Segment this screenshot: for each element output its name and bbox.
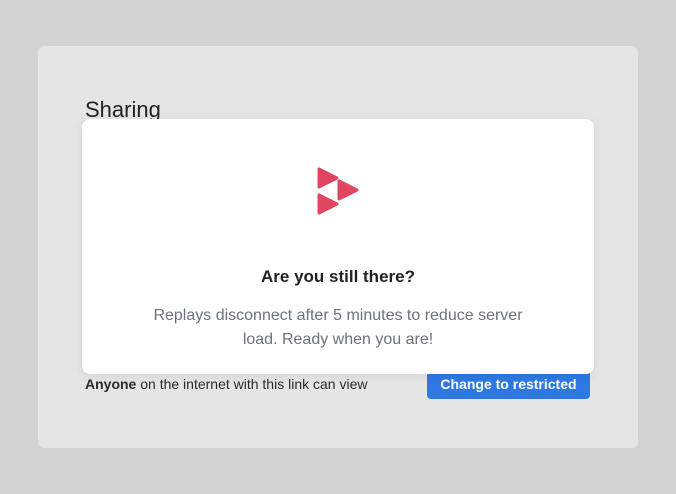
dialog-message: Replays disconnect after 5 minutes to re… [153,307,523,348]
replay-logo-icon [317,167,359,215]
inactivity-dialog: Are you still there? Replays disconnect … [82,119,594,374]
link-access-description: Anyone on the internet with this link ca… [85,375,367,393]
access-scope-label: Anyone [85,376,137,392]
access-description-text: on the internet with this link can view [136,376,368,392]
dialog-title: Are you still there? [261,267,415,286]
